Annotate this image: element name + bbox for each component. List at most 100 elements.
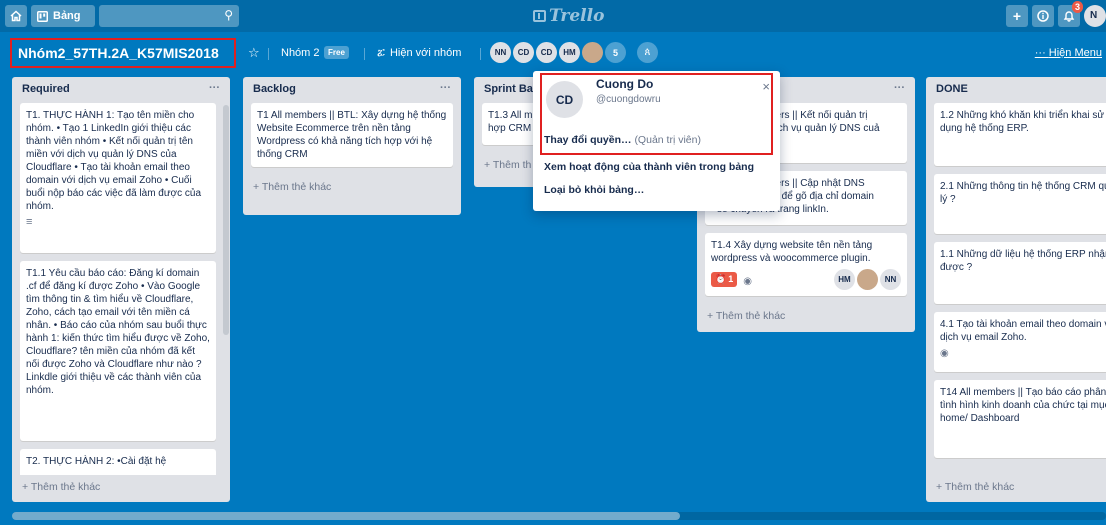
search-icon[interactable]: ⚲: [224, 8, 233, 22]
home-button[interactable]: [5, 5, 27, 27]
notification-count: 3: [1071, 1, 1083, 13]
card[interactable]: T2. THỰC HÀNH 2: •Cài đặt hệ: [20, 449, 216, 475]
add-card-button[interactable]: + Thêm thẻ khác: [243, 175, 461, 201]
top-header: Bảng ⚲ Trello + 3 N: [0, 0, 1106, 32]
member-username: @cuongdowru: [596, 94, 661, 105]
card[interactable]: T14 All members || Tạo báo cáo phân tích…: [934, 380, 1106, 458]
visibility-label: Hiện với nhóm: [389, 47, 462, 59]
add-card-button[interactable]: + Thêm thẻ khác: [926, 475, 1106, 501]
view-activity-item[interactable]: Xem hoạt động của thành viên trong bảng: [544, 161, 754, 173]
create-button[interactable]: +: [1006, 5, 1028, 27]
add-card-button[interactable]: + Thêm thẻ khác: [12, 475, 230, 501]
card-container: T1. THỰC HÀNH 1: Tạo tên miền cho nhóm. …: [12, 103, 230, 475]
card[interactable]: T1 All members || BTL: Xây dựng hệ thống…: [251, 103, 453, 167]
boards-label: Bảng: [53, 10, 81, 22]
list-title: Required: [22, 83, 70, 95]
board-title[interactable]: Nhóm2_57TH.2A_K57MIS2018: [10, 38, 236, 68]
team-name[interactable]: Nhóm 2: [281, 47, 320, 59]
card-title: T1.4 Xây dựng website tên nền tảng wordp…: [711, 240, 873, 264]
trello-logo-icon: [533, 10, 546, 22]
header-divider: [364, 48, 365, 60]
list-title: Backlog: [253, 83, 296, 95]
card-title: T1 All members || BTL: Xây dựng hệ thống…: [257, 110, 447, 160]
card[interactable]: T1.1 Yêu cầu báo cáo: Đăng kí domain .cf…: [20, 261, 216, 441]
visibility-button[interactable]: ፚ Hiện với nhóm: [377, 47, 461, 60]
star-icon[interactable]: ☆: [248, 45, 260, 61]
list-backlog: Backlog ··· T1 All members || BTL: Xây d…: [243, 77, 461, 215]
user-avatar[interactable]: N: [1084, 5, 1106, 27]
list-menu-icon[interactable]: ···: [440, 82, 451, 94]
list-required: Required ··· T1. THỰC HÀNH 1: Tạo tên mi…: [12, 77, 230, 502]
member-name: Cuong Do: [596, 77, 654, 91]
card[interactable]: T1. THỰC HÀNH 1: Tạo tên miền cho nhóm. …: [20, 103, 216, 253]
home-icon: [10, 10, 22, 22]
board-scrollbar-thumb[interactable]: [12, 512, 680, 520]
due-badge: ⏰ 1: [711, 272, 738, 287]
user-initial: N: [1090, 10, 1098, 21]
card-title: bers || Kết nối quản trị: [770, 110, 868, 121]
change-permission-item[interactable]: Thay đổi quyền… (Quản trị viên): [544, 134, 701, 146]
info-icon: [1037, 10, 1049, 22]
list-menu-icon[interactable]: ···: [209, 82, 220, 94]
show-menu-link[interactable]: ··· Hiện Menu: [1035, 47, 1102, 59]
card-members: HM NN: [834, 269, 901, 290]
card[interactable]: 2.1 Những thông tin hệ thống CRM quản lý…: [934, 174, 1106, 234]
card-title: 1.2 Những khó khăn khi triển khai sử dụn…: [940, 110, 1105, 134]
board-header: Nhóm2_57TH.2A_K57MIS2018 ☆ Nhóm 2 Free ፚ…: [0, 38, 1106, 68]
card-title: 1.1 Những dữ liệu hệ thống ERP nhận được…: [940, 249, 1106, 273]
board-icon: [37, 10, 48, 22]
notifications-button[interactable]: 3: [1058, 1, 1083, 27]
card-title: T1. THỰC HÀNH 1: Tạo tên miền cho nhóm. …: [26, 110, 202, 212]
card[interactable]: T1.4 Xây dựng website tên nền tảng wordp…: [705, 233, 907, 296]
trello-logo[interactable]: Trello: [533, 6, 604, 26]
list-header[interactable]: Required ···: [12, 77, 230, 103]
extra-members-count[interactable]: 5: [605, 42, 626, 63]
list-title: DONE: [936, 83, 968, 95]
card[interactable]: 4.1 Tạo tài khoản email theo domain với …: [934, 312, 1106, 372]
member-photo-avatar[interactable]: [582, 42, 603, 63]
card-title: T2. THỰC HÀNH 2: •Cài đặt hệ: [26, 456, 167, 467]
team-icon: ፚ: [377, 47, 385, 59]
add-card-button[interactable]: + Thêm thẻ khác: [697, 304, 915, 330]
free-badge: Free: [324, 46, 349, 59]
card[interactable]: 1.1 Những dữ liệu hệ thống ERP nhận được…: [934, 242, 1106, 304]
card-title: 2.1 Những thông tin hệ thống CRM quản lý…: [940, 181, 1106, 205]
change-permission-label: Thay đổi quyền…: [544, 134, 632, 146]
member-avatar[interactable]: HM: [834, 269, 855, 290]
list-scrollbar[interactable]: [223, 105, 229, 335]
alarm-icon: ⏰: [715, 274, 727, 284]
popover-avatar: CD: [546, 81, 583, 118]
due-count: 1: [728, 274, 734, 284]
watch-icon: ◉: [743, 275, 752, 287]
card-title: T1.1 Yêu cầu báo cáo: Đăng kí domain .cf…: [26, 268, 210, 396]
header-divider: [480, 48, 481, 60]
boards-button[interactable]: Bảng: [31, 5, 95, 27]
header-divider: [268, 48, 269, 60]
member-avatar[interactable]: NN: [880, 269, 901, 290]
member-avatar[interactable]: CD: [513, 42, 534, 63]
board-members: NN CD CD HM 5 ጰ: [490, 42, 658, 63]
member-avatar[interactable]: CD: [536, 42, 557, 63]
list-done: DONE 1.2 Những khó khăn khi triển khai s…: [926, 77, 1106, 502]
card-title: 4.1 Tạo tài khoản email theo domain với …: [940, 319, 1106, 343]
logo-text: Trello: [549, 6, 605, 26]
card-container: T1 All members || BTL: Xây dựng hệ thống…: [243, 103, 461, 175]
member-avatar[interactable]: NN: [490, 42, 511, 63]
card-badges: ⏰ 1 ◉ HM NN: [711, 269, 901, 290]
list-header[interactable]: Backlog ···: [243, 77, 461, 103]
list-menu-icon[interactable]: ···: [894, 82, 905, 94]
show-menu-label: Hiện Menu: [1048, 47, 1102, 59]
member-photo-avatar[interactable]: [857, 269, 878, 290]
member-avatar[interactable]: HM: [559, 42, 580, 63]
remove-from-board-item[interactable]: Loại bỏ khỏi bảng…: [544, 184, 644, 196]
card-container: 1.2 Những khó khăn khi triển khai sử dụn…: [926, 103, 1106, 475]
search-input[interactable]: ⚲: [99, 5, 239, 27]
info-button[interactable]: [1032, 5, 1054, 27]
card-title: dịch vụ quản lý DNS cuả: [770, 123, 880, 134]
plus-icon: +: [1012, 8, 1022, 24]
invite-member-button[interactable]: ጰ: [637, 42, 658, 63]
close-icon[interactable]: ×: [762, 79, 770, 94]
list-header[interactable]: DONE: [926, 77, 1106, 103]
card[interactable]: 1.2 Những khó khăn khi triển khai sử dụn…: [934, 103, 1106, 166]
role-label: (Quản trị viên): [634, 134, 701, 146]
